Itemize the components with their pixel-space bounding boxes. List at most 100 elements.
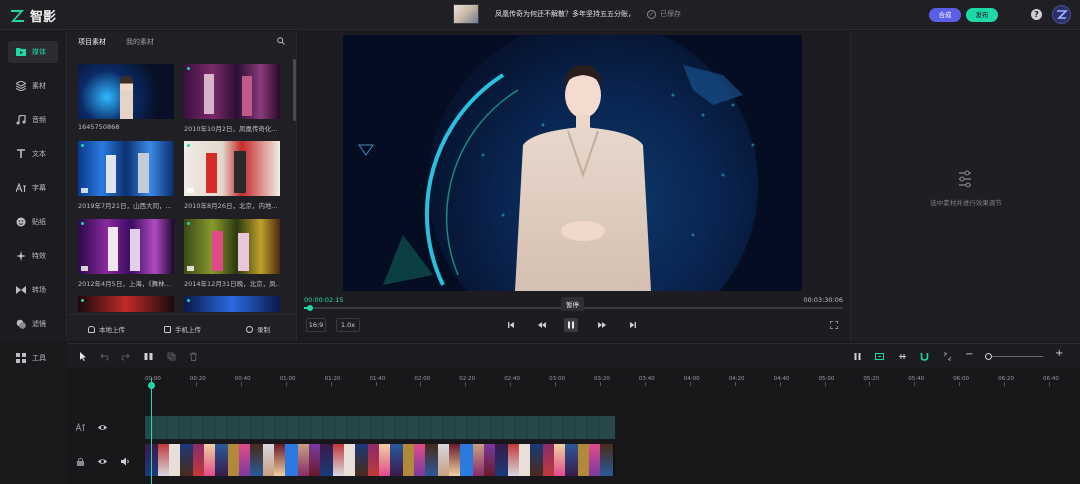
figure	[238, 233, 249, 271]
lock-icon[interactable]	[76, 457, 85, 466]
local-upload-button[interactable]: 本地上传	[88, 324, 125, 334]
split-icon[interactable]	[144, 352, 153, 361]
nav-item-sticker[interactable]: 贴纸	[8, 211, 58, 233]
skip-end-icon[interactable]	[626, 318, 640, 332]
filmstrip-frame	[390, 444, 403, 476]
media-caption: 2019年7月21日，山西大同，...	[78, 202, 172, 210]
copy-icon[interactable]	[167, 352, 176, 361]
aspect-ratio-button[interactable]: 16:9	[306, 318, 326, 332]
ruler-tick	[959, 382, 961, 386]
video-track-clip[interactable]	[145, 444, 615, 476]
delete-icon[interactable]	[189, 352, 198, 361]
media-thumbnail[interactable]	[78, 64, 174, 119]
playhead[interactable]	[151, 378, 152, 484]
nav-item-assets[interactable]: 素材	[8, 75, 58, 97]
fast-forward-icon[interactable]	[595, 318, 609, 332]
media-thumbnail[interactable]	[184, 141, 280, 196]
ruler-tick-label: 01:00	[279, 376, 296, 382]
media-item[interactable]: 1645750868	[78, 64, 174, 131]
text-track-clip[interactable]	[145, 416, 615, 439]
filmstrip-frame	[158, 444, 169, 476]
phone-upload-button[interactable]: 手机上传	[164, 324, 201, 334]
timeline-toolbar: − +	[67, 343, 1080, 368]
ruler-tick	[1049, 382, 1050, 386]
nav-item-media[interactable]: 媒体	[8, 41, 58, 63]
ruler-tick	[510, 382, 512, 386]
video-preview[interactable]	[343, 35, 802, 291]
speed-button[interactable]: 1.0x	[336, 318, 360, 332]
nav-item-text[interactable]: 文本	[8, 143, 58, 165]
media-caption: 1645750868	[78, 123, 120, 131]
tab-project-assets[interactable]: 项目素材	[78, 37, 106, 47]
media-thumbnail[interactable]	[184, 296, 280, 312]
nav-label: 字幕	[32, 184, 46, 192]
publish-button[interactable]: 发布	[966, 8, 998, 22]
filmstrip-frame	[169, 444, 180, 476]
media-item[interactable]: 2014年12月31日晚，北京，凤...	[184, 219, 280, 288]
timeline: 00:00 00:20 00:40 01:00 01:20 01:40 02:00 02:20…	[67, 368, 1080, 484]
rewind-icon[interactable]	[535, 318, 549, 332]
nav-item-tools[interactable]: 工具	[8, 347, 58, 369]
volume-icon[interactable]	[121, 457, 130, 466]
fullscreen-icon[interactable]	[830, 321, 838, 329]
media-thumbnail[interactable]	[184, 219, 280, 274]
media-thumbnail[interactable]	[78, 296, 174, 312]
nav-item-effects[interactable]: 特效	[8, 245, 58, 267]
zoom-out-icon[interactable]: −	[965, 349, 973, 360]
nav-item-transition[interactable]: 转场	[8, 279, 58, 301]
audio-split-icon[interactable]	[898, 352, 907, 361]
current-time: 00:00:02:15	[304, 296, 344, 304]
media-item[interactable]	[78, 296, 174, 312]
media-footer: 本地上传 手机上传 录制	[68, 314, 297, 340]
nav-item-filter[interactable]: 滤镜	[8, 313, 58, 335]
ruler-tick-label: 01:40	[369, 376, 386, 382]
undo-icon[interactable]	[100, 352, 109, 361]
time-ruler[interactable]: 00:00 00:20 00:40 01:00 01:20 01:40 02:00 02:20…	[145, 368, 1080, 386]
app-root: 智影 凤凰传奇为何还不解散？多年坚持五五分账， ✓ 已保存 合成 发布 ? 媒体…	[0, 0, 1080, 484]
transition-icon	[16, 286, 26, 294]
media-item[interactable]: 2019年7月21日，山西大同，...	[78, 141, 174, 210]
playhead-handle[interactable]	[148, 382, 155, 389]
cursor-select-icon[interactable]	[79, 352, 88, 361]
redo-icon[interactable]	[121, 352, 130, 361]
media-thumbnail[interactable]	[184, 64, 280, 119]
magnet-icon[interactable]	[920, 352, 929, 361]
app-name: 智影	[30, 10, 57, 25]
fit-timeline-icon[interactable]	[943, 352, 952, 361]
search-icon[interactable]	[277, 37, 285, 45]
media-thumbnail[interactable]	[78, 219, 174, 274]
media-item[interactable]: 2010年10月2日，凤凰传奇化...	[184, 64, 280, 133]
tab-my-assets[interactable]: 我的素材	[126, 37, 154, 47]
magnet-snap-icon[interactable]	[875, 352, 884, 361]
zoom-in-icon[interactable]: +	[1055, 348, 1063, 359]
filmstrip-frame	[530, 444, 543, 476]
media-item[interactable]	[184, 296, 280, 312]
media-thumbnail[interactable]	[78, 141, 174, 196]
media-item[interactable]: 2010年8月26日，北京，内地...	[184, 141, 280, 210]
visibility-eye-icon[interactable]	[98, 423, 107, 432]
synthesize-button[interactable]: 合成	[929, 8, 961, 22]
record-icon	[246, 325, 253, 333]
nav-item-subtitle[interactable]: 字幕	[8, 177, 58, 199]
project-title[interactable]: 凤凰传奇为何还不解散？多年坚持五五分账，	[495, 9, 635, 19]
ruler-tick-label: 04:20	[728, 376, 745, 382]
filmstrip-frame	[565, 444, 578, 476]
visibility-eye-icon[interactable]	[98, 457, 107, 466]
zoom-handle[interactable]	[985, 353, 992, 360]
avatar[interactable]	[1052, 5, 1071, 24]
nav-item-audio[interactable]: 音频	[8, 109, 58, 131]
freeze-frame-icon[interactable]	[853, 352, 862, 361]
media-item[interactable]: 2012年4月5日，上海，《舞林...	[78, 219, 174, 288]
pause-icon[interactable]	[564, 318, 578, 332]
record-button[interactable]: 录制	[246, 324, 270, 334]
question-circle-icon[interactable]: ?	[1031, 9, 1042, 20]
project-thumbnail[interactable]	[453, 4, 479, 24]
skip-start-icon[interactable]	[504, 318, 518, 332]
progress-handle[interactable]	[307, 305, 314, 311]
filmstrip-frame	[519, 444, 530, 476]
app-logo[interactable]: 智影	[10, 6, 56, 25]
ruler-tick	[375, 382, 377, 386]
zoom-slider[interactable]	[989, 356, 1043, 357]
top-bar: 智影 凤凰传奇为何还不解散？多年坚持五五分账， ✓ 已保存 合成 发布 ?	[0, 0, 1080, 30]
media-scrollbar[interactable]	[293, 59, 296, 121]
